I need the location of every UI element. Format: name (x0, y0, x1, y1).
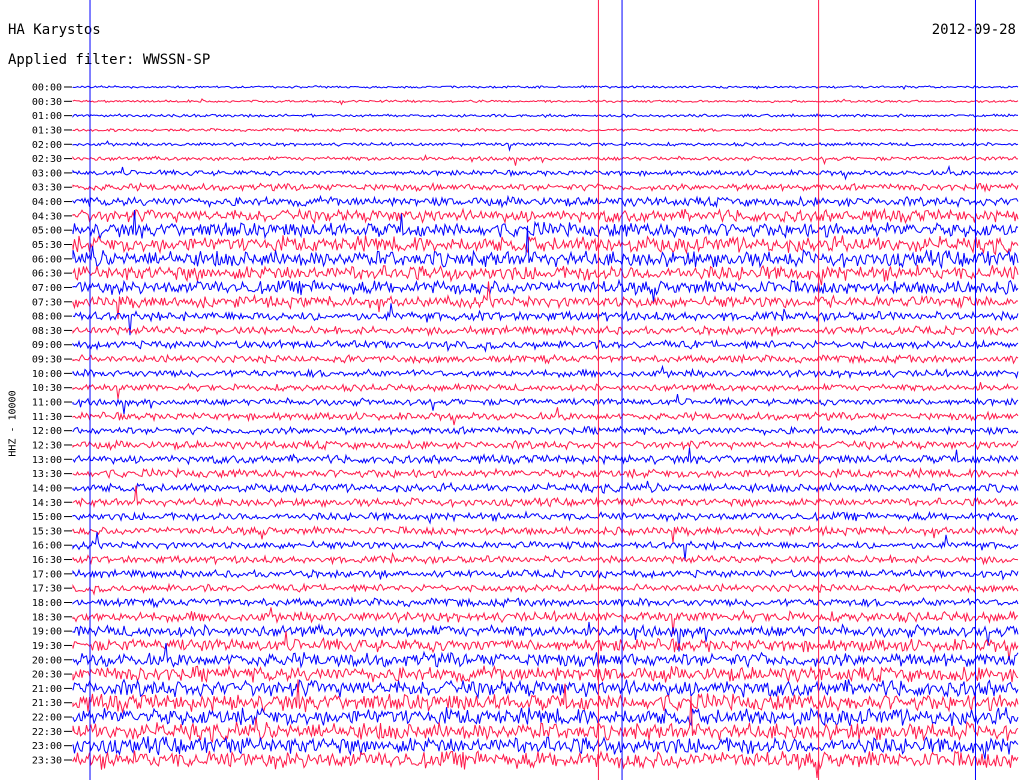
row-label: 04:00 (32, 197, 62, 208)
trace-row (72, 664, 1019, 684)
row-label: 10:00 (32, 369, 62, 380)
trace-row (72, 140, 1019, 152)
row-label: 20:00 (32, 655, 62, 666)
trace-row (72, 551, 1019, 566)
row-label: 15:30 (32, 526, 62, 537)
trace-row (72, 439, 1019, 452)
trace-row (72, 679, 1019, 714)
row-label: 14:00 (32, 483, 62, 494)
trace-row (72, 194, 1019, 209)
row-label: 04:30 (32, 211, 62, 222)
trace-row (72, 407, 1019, 426)
row-label: 05:00 (32, 226, 62, 237)
trace-row (72, 596, 1019, 609)
row-label: 02:30 (32, 154, 62, 165)
row-label: 03:30 (32, 183, 62, 194)
row-label: 08:30 (32, 326, 62, 337)
trace-row (72, 707, 1019, 727)
row-label: 06:00 (32, 254, 62, 265)
trace-row (72, 466, 1019, 480)
trace-row (72, 750, 1019, 778)
row-label: 12:00 (32, 426, 62, 437)
trace-row (72, 353, 1019, 365)
trace-row (72, 643, 1019, 669)
trace-row (72, 568, 1019, 581)
row-label: 11:30 (32, 412, 62, 423)
row-label: 20:30 (32, 670, 62, 681)
row-label: 23:30 (32, 756, 62, 767)
trace-group (72, 85, 1019, 778)
row-label: 12:30 (32, 440, 62, 451)
row-label: 18:00 (32, 598, 62, 609)
trace-row (72, 425, 1019, 437)
trace-row (72, 480, 1019, 495)
row-label: 21:30 (32, 698, 62, 709)
row-label: 05:30 (32, 240, 62, 251)
row-label: 22:00 (32, 713, 62, 724)
row-label: 02:00 (32, 140, 62, 151)
trace-row (72, 525, 1019, 543)
row-label: 00:00 (32, 83, 62, 94)
trace-row (72, 207, 1019, 225)
row-label: 01:00 (32, 111, 62, 122)
trace-row (72, 127, 1018, 133)
row-label: 07:30 (32, 297, 62, 308)
trace-row (72, 85, 1019, 91)
trace-row (72, 382, 1019, 400)
trace-row (72, 324, 1019, 337)
row-label: 09:00 (32, 340, 62, 351)
trace-row (72, 113, 1019, 119)
row-label: 03:00 (32, 168, 62, 179)
trace-row (72, 235, 1019, 256)
trace-row (72, 510, 1018, 525)
trace-row (72, 153, 1018, 166)
row-label: 01:30 (32, 125, 62, 136)
row-label: 06:30 (32, 269, 62, 280)
row-label: 13:00 (32, 455, 62, 466)
row-label: 17:00 (32, 569, 62, 580)
helicorder-plot: 00:00 00:30 01:00 01:30 02:00 02:30 03:00 03:30… (32, 0, 1019, 780)
trace-row (72, 678, 1019, 700)
trace-row (72, 98, 1019, 106)
trace-row (72, 582, 1019, 596)
row-label: 16:30 (32, 555, 62, 566)
event-marker-group (89, 0, 976, 780)
row-label: 19:00 (32, 627, 62, 638)
row-label: 09:30 (32, 355, 62, 366)
row-label: 22:30 (32, 727, 62, 738)
row-label: 14:30 (32, 498, 62, 509)
trace-row (72, 447, 1019, 466)
row-label: 11:00 (32, 398, 62, 409)
row-label: 00:30 (32, 97, 62, 108)
trace-row (72, 264, 1019, 286)
trace-row (72, 181, 1019, 193)
row-label: 08:00 (32, 312, 62, 323)
row-label: 17:30 (32, 584, 62, 595)
row-label: 21:00 (32, 684, 62, 695)
row-label: 19:30 (32, 641, 62, 652)
trace-row (72, 394, 1019, 415)
trace-row (72, 339, 1019, 353)
row-label: 07:00 (32, 283, 62, 294)
row-label: 16:00 (32, 541, 62, 552)
trace-row (72, 364, 1019, 380)
row-label-group: 00:00 00:30 01:00 01:30 02:00 02:30 03:00 03:30… (32, 83, 72, 767)
row-label: 18:30 (32, 612, 62, 623)
row-label: 13:30 (32, 469, 62, 480)
row-label: 23:00 (32, 741, 62, 752)
row-label: 10:30 (32, 383, 62, 394)
trace-row (72, 164, 1019, 181)
row-label: 15:00 (32, 512, 62, 523)
